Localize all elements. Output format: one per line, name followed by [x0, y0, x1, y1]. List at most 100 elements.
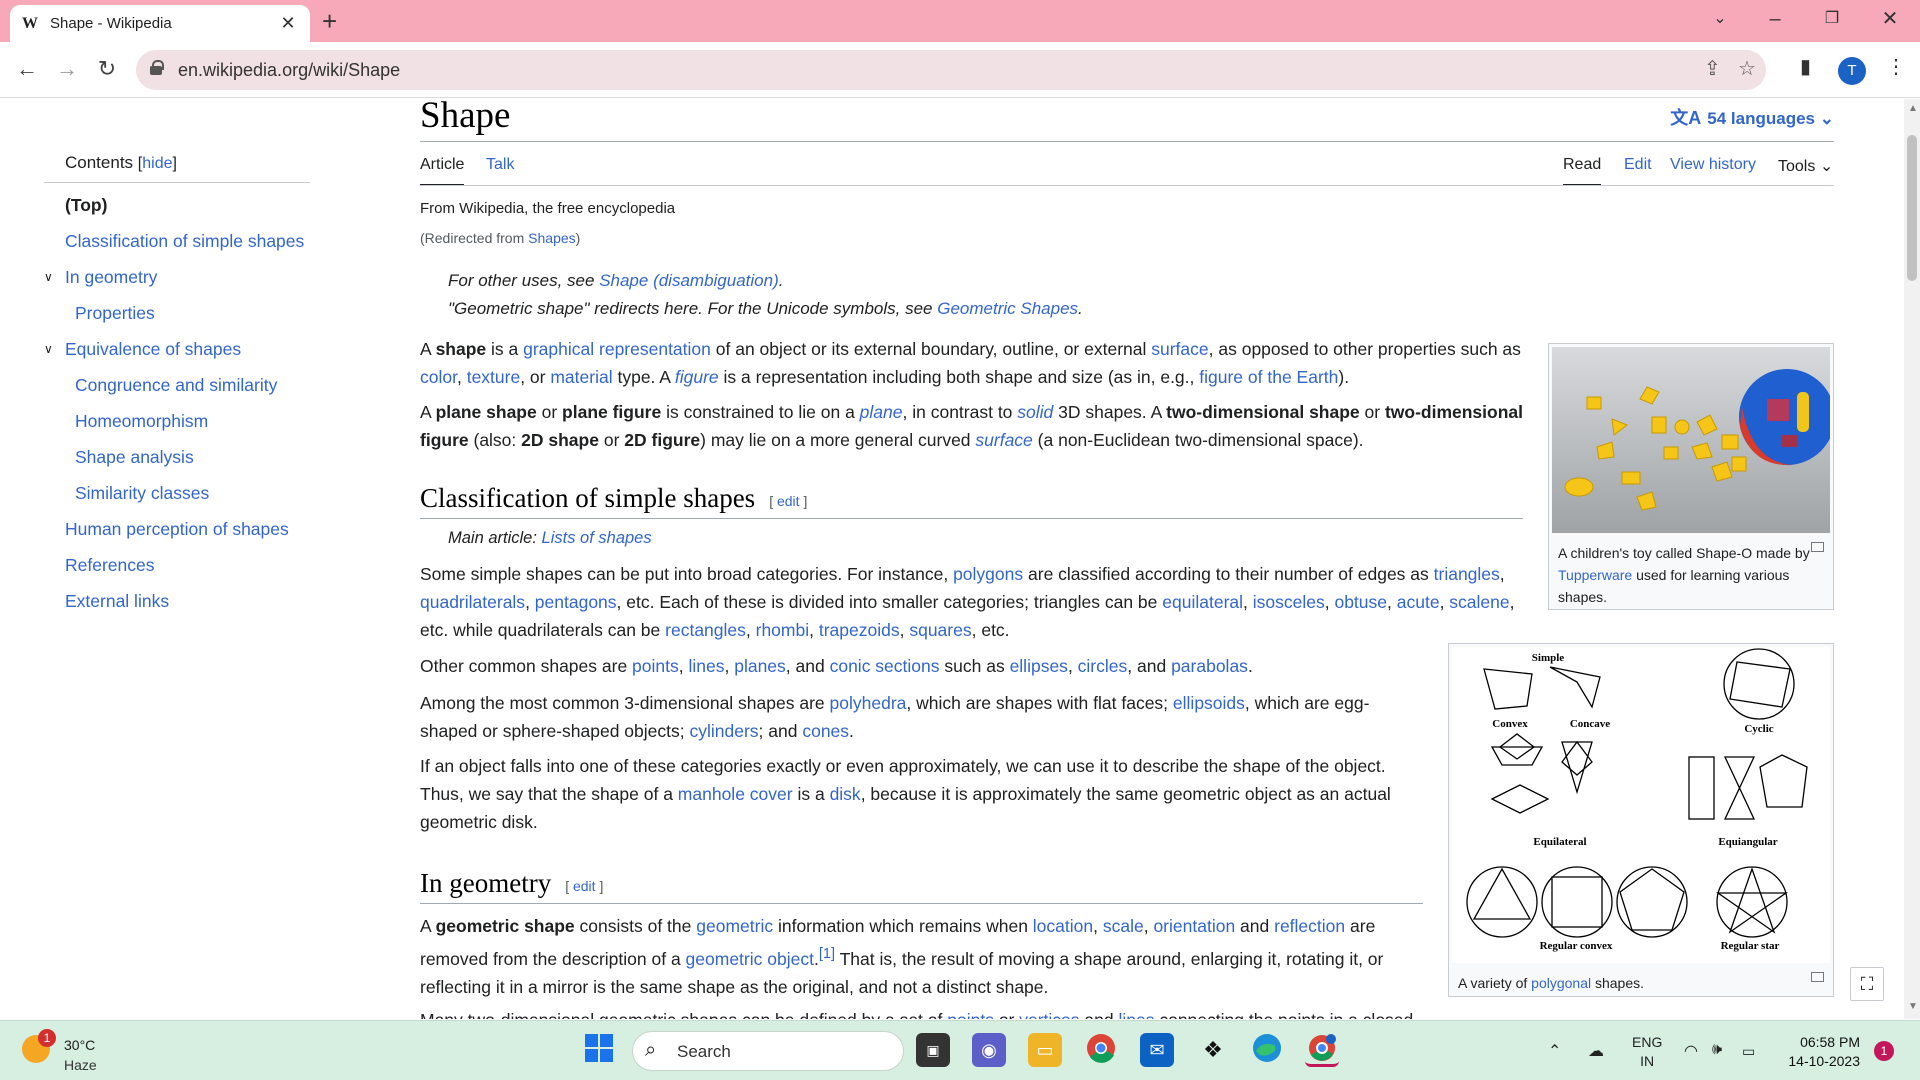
toc-item-shape-analysis[interactable]: Shape analysis [44, 439, 334, 475]
toc-item-congruence[interactable]: Congruence and similarity [44, 367, 334, 403]
tab-talk[interactable]: Talk [486, 156, 514, 186]
inline-link[interactable]: circles [1078, 656, 1128, 676]
inline-link[interactable]: ellipsoids [1173, 693, 1245, 713]
scroll-down-icon[interactable]: ▼ [1908, 1001, 1918, 1012]
system-clock[interactable]: 06:58 PM 14-10-2023 [1780, 1033, 1860, 1071]
chevron-down-icon[interactable]: ∨ [44, 259, 62, 295]
inline-link[interactable]: polyhedra [830, 693, 907, 713]
inline-link[interactable]: planes [734, 656, 786, 676]
lock-icon[interactable] [150, 60, 164, 75]
redirect-link[interactable]: Shapes [528, 230, 575, 246]
inline-link[interactable]: plane [860, 402, 903, 422]
toc-item-references[interactable]: References [44, 547, 334, 583]
edge-icon[interactable] [1250, 1033, 1284, 1067]
tab-edit[interactable]: Edit [1624, 156, 1652, 186]
page-scrollbar[interactable]: ▲ ▼ [1904, 99, 1920, 1019]
tab-search-chevron-icon[interactable]: ⌄ [1700, 4, 1740, 34]
taskbar-search-placeholder[interactable]: Search [677, 1042, 731, 1062]
inline-link[interactable]: scalene [1449, 592, 1509, 612]
inline-link[interactable]: parabolas [1171, 656, 1248, 676]
toc-item-top[interactable]: (Top) [44, 187, 334, 223]
fullscreen-button[interactable]: ⛶ [1850, 967, 1884, 1001]
inline-link[interactable]: surface [975, 430, 1032, 450]
tab-article[interactable]: Article [420, 156, 465, 186]
inline-link[interactable]: reflection [1274, 916, 1345, 936]
volume-icon[interactable]: 🕪 [1712, 1041, 1722, 1059]
polygonal-link[interactable]: polygonal [1531, 975, 1591, 991]
address-bar[interactable]: en.wikipedia.org/wiki/Shape ⇪ ☆ [136, 50, 1766, 90]
inline-link[interactable]: figure of the Earth [1199, 367, 1338, 387]
toc-item-similarity-classes[interactable]: Similarity classes [44, 475, 334, 511]
inline-link[interactable]: points [947, 1010, 994, 1019]
chrome-icon[interactable] [1084, 1033, 1118, 1067]
edit-link[interactable]: edit [777, 493, 800, 509]
toc-hide-link[interactable]: hide [142, 155, 172, 172]
forward-icon[interactable]: → [50, 52, 84, 86]
tab-read[interactable]: Read [1563, 156, 1602, 186]
new-tab-button[interactable]: + [322, 6, 337, 36]
scrollbar-thumb[interactable] [1907, 135, 1917, 281]
inline-link[interactable]: acute [1397, 592, 1440, 612]
inline-link[interactable]: triangles [1434, 564, 1500, 584]
chevron-down-icon[interactable]: ∨ [44, 331, 62, 367]
edit-link[interactable]: edit [573, 878, 596, 894]
battery-icon[interactable]: ▭ [1742, 1043, 1755, 1060]
toc-item-human-perception[interactable]: Human perception of shapes [44, 511, 334, 547]
inline-link[interactable]: trapezoids [819, 620, 900, 640]
toc-item-label[interactable]: In geometry [65, 267, 157, 287]
url-text[interactable]: en.wikipedia.org/wiki/Shape [178, 60, 400, 81]
inline-link[interactable]: figure [675, 367, 719, 387]
inline-link[interactable]: orientation [1153, 916, 1235, 936]
inline-link[interactable]: lines [688, 656, 724, 676]
polygon-types-diagram[interactable]: Simple Convex Concave Cyclic Equilateral… [1452, 647, 1830, 963]
inline-link[interactable]: location [1033, 916, 1093, 936]
task-view-icon[interactable]: ▣ [916, 1033, 950, 1067]
language-count[interactable]: 54 languages [1707, 109, 1815, 128]
bookmark-star-icon[interactable]: ☆ [1738, 56, 1756, 81]
inline-link[interactable]: obtuse [1334, 592, 1387, 612]
toc-item-equivalence[interactable]: ∨ Equivalence of shapes [44, 331, 334, 367]
tupperware-link[interactable]: Tupperware [1558, 567, 1632, 583]
reload-icon[interactable]: ↻ [90, 52, 124, 86]
inline-link[interactable]: equilateral [1162, 592, 1243, 612]
language-button[interactable]: 文A 54 languages ⌄ [1670, 104, 1834, 130]
tools-dropdown[interactable]: Tools ⌄ [1778, 156, 1833, 186]
menu-kebab-icon[interactable]: ⋮ [1886, 54, 1906, 79]
share-icon[interactable]: ⇪ [1704, 56, 1721, 81]
citation-link[interactable]: [1] [819, 946, 835, 962]
inline-link[interactable]: geometric [696, 916, 773, 936]
inline-link[interactable]: material [550, 367, 612, 387]
taskbar-search[interactable]: ⌕ Search [632, 1031, 904, 1071]
inline-link[interactable]: lines [1118, 1010, 1154, 1019]
file-explorer-icon[interactable]: ▭ [1028, 1033, 1062, 1067]
profile-avatar[interactable]: T [1838, 57, 1866, 85]
toc-item-properties[interactable]: Properties [44, 295, 334, 331]
inline-link[interactable]: geometric object [686, 949, 814, 969]
inline-link[interactable]: solid [1017, 402, 1053, 422]
enlarge-icon[interactable] [1811, 972, 1824, 982]
inline-link[interactable]: manhole cover [678, 784, 793, 804]
inline-link[interactable]: disk [830, 784, 861, 804]
browser-tab[interactable]: W Shape - Wikipedia ✕ [10, 5, 310, 42]
inline-link[interactable]: rectangles [665, 620, 746, 640]
inline-link[interactable]: graphical representation [523, 339, 711, 359]
geometric-shapes-link[interactable]: Geometric Shapes [937, 299, 1078, 318]
windows-start-icon[interactable] [582, 1033, 616, 1067]
inline-link[interactable]: points [632, 656, 679, 676]
wifi-icon[interactable]: ◠ [1684, 1041, 1698, 1061]
side-panel-icon[interactable]: ▮ [1800, 54, 1811, 79]
shape-o-toy-image[interactable] [1552, 347, 1835, 533]
tray-chevron-icon[interactable]: ⌃ [1548, 1041, 1561, 1061]
input-language[interactable]: ENG IN [1632, 1033, 1662, 1071]
inline-link[interactable]: conic sections [830, 656, 940, 676]
onedrive-cloud-icon[interactable]: ☁ [1588, 1041, 1604, 1061]
minimize-button[interactable]: – [1755, 4, 1795, 34]
dropbox-icon[interactable]: ❖ [1196, 1033, 1230, 1067]
close-window-button[interactable]: ✕ [1870, 4, 1910, 34]
notification-badge[interactable]: 1 [1874, 1041, 1894, 1061]
toc-item-label[interactable]: Equivalence of shapes [65, 339, 241, 359]
inline-link[interactable]: ellipses [1010, 656, 1068, 676]
tab-view-history[interactable]: View history [1670, 156, 1756, 186]
inline-link[interactable]: quadrilaterals [420, 592, 525, 612]
tools-label[interactable]: Tools [1778, 158, 1815, 175]
